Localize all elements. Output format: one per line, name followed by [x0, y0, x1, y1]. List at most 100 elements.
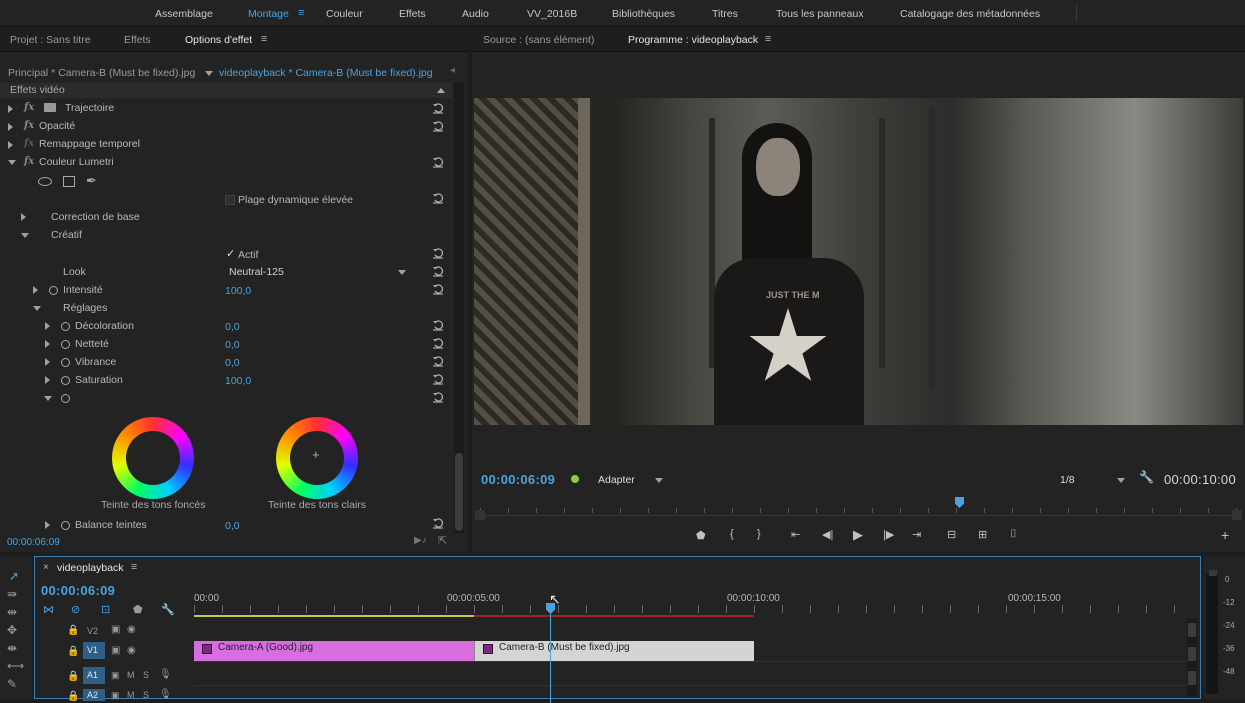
collapse-icon[interactable] [21, 233, 29, 238]
fx-icon[interactable]: fx [24, 102, 34, 113]
crosshair-icon[interactable]: + [312, 447, 320, 462]
chevron-down-icon[interactable] [655, 478, 663, 483]
effect-remappage[interactable]: fx Remappage temporel [0, 136, 452, 154]
camera-icon[interactable]: ⌷ [1010, 528, 1017, 541]
slip-tool-icon[interactable]: ⇼ [7, 641, 17, 655]
expand-icon[interactable] [33, 286, 38, 294]
reset-icon[interactable] [432, 102, 444, 114]
expand-icon[interactable] [45, 322, 50, 330]
rectangle-mask-icon[interactable] [63, 176, 75, 187]
add-marker-icon[interactable]: ⬟ [133, 603, 143, 616]
stopwatch-icon[interactable] [49, 286, 58, 295]
extract-icon[interactable]: ⊞ [978, 528, 987, 541]
lock-icon[interactable]: 🔒 [67, 625, 79, 636]
workspace-titres[interactable]: Titres [712, 8, 738, 20]
collapse-icon[interactable] [33, 306, 41, 311]
sync-icon[interactable]: ▣ [111, 670, 120, 681]
mark-in-icon[interactable]: { [730, 528, 734, 540]
workspace-bibliotheques[interactable]: Bibliothèques [612, 8, 675, 20]
tab-project[interactable]: Projet : Sans titre [10, 34, 91, 46]
workspace-effets[interactable]: Effets [399, 8, 426, 20]
mic-icon[interactable]: 🎙 [159, 689, 172, 700]
tab-program[interactable]: Programme : videoplayback [628, 34, 758, 46]
workspace-assemblage[interactable]: Assemblage [155, 8, 213, 20]
snap-icon[interactable]: ⋈ [43, 603, 54, 616]
expand-icon[interactable] [45, 376, 50, 384]
eye-icon[interactable]: ◉ [127, 624, 136, 635]
export-icon[interactable]: ⇱ [438, 534, 447, 547]
rolling-edit-icon[interactable]: ✥ [7, 623, 17, 637]
lock-icon[interactable]: 🔒 [67, 646, 79, 657]
go-to-out-icon[interactable]: ⇥ [912, 528, 921, 541]
master-clip-label[interactable]: Principal * Camera-B (Must be fixed).jpg [8, 67, 195, 79]
scrollbar-thumb[interactable] [1188, 623, 1196, 637]
timeline-scrollbar[interactable] [1187, 619, 1197, 697]
actif-checkbox[interactable]: ✓ [226, 247, 235, 260]
lock-icon[interactable]: 🔒 [67, 691, 79, 702]
timeline-timecode[interactable]: 00:00:06:09 [41, 583, 115, 598]
tab-effect-controls[interactable]: Options d'effet [185, 34, 252, 46]
scrollbar[interactable] [454, 83, 464, 533]
reset-icon[interactable] [432, 391, 444, 403]
chevron-down-icon[interactable] [1117, 478, 1125, 483]
chevron-down-icon[interactable] [205, 71, 213, 76]
workspace-audio[interactable]: Audio [462, 8, 489, 20]
mute-icon[interactable]: M [127, 670, 135, 680]
selection-tool-icon[interactable]: ➚ [9, 569, 19, 583]
ruler-ticks[interactable] [194, 605, 1194, 613]
razor-tool-icon[interactable]: ⟷ [7, 659, 24, 673]
reset-icon[interactable] [432, 337, 444, 349]
chevron-down-icon[interactable] [398, 270, 406, 275]
step-back-icon[interactable]: ◀| [822, 528, 833, 541]
scroll-handle[interactable] [1232, 510, 1242, 520]
expand-icon[interactable] [45, 358, 50, 366]
expand-icon[interactable] [45, 521, 50, 529]
lock-icon[interactable]: 🔒 [67, 671, 79, 682]
effect-opacite[interactable]: fx Opacité [0, 118, 452, 136]
track-v2-label[interactable]: V2 [87, 626, 98, 636]
param-value[interactable]: 0,0 [225, 339, 240, 351]
reset-icon[interactable] [432, 517, 444, 529]
sequence-clip-label[interactable]: videoplayback * Camera-B (Must be fixed)… [219, 67, 433, 79]
param-value[interactable]: 0,0 [225, 357, 240, 369]
basic-correction-label[interactable]: Correction de base [51, 211, 140, 223]
stopwatch-icon[interactable] [61, 322, 70, 331]
mark-out-icon[interactable]: } [757, 528, 761, 540]
creative-label[interactable]: Créatif [51, 229, 82, 241]
expand-icon[interactable] [8, 123, 13, 131]
go-to-in-icon[interactable]: ⇤ [791, 528, 800, 541]
expand-icon[interactable] [45, 340, 50, 348]
effect-lumetri[interactable]: fx Couleur Lumetri [0, 154, 452, 172]
sync-icon[interactable]: ▣ [111, 624, 120, 635]
reset-icon[interactable] [432, 120, 444, 132]
scroll-up-icon[interactable] [437, 88, 445, 93]
motion-icon[interactable] [44, 103, 56, 112]
workspace-vv2016b[interactable]: VV_2016B [527, 8, 577, 20]
reset-icon[interactable] [432, 265, 444, 277]
fx-badge-icon[interactable] [202, 644, 212, 654]
reset-icon[interactable] [432, 373, 444, 385]
marker-icon[interactable]: ⬟ [696, 529, 706, 542]
settings-wrench-icon[interactable]: 🔧 [161, 603, 175, 616]
track-v1-label[interactable]: V1 [83, 642, 105, 659]
close-tab-icon[interactable]: × [43, 562, 49, 573]
expand-icon[interactable] [8, 105, 13, 113]
sync-icon[interactable]: ▣ [111, 645, 120, 656]
ellipse-mask-icon[interactable] [38, 177, 52, 186]
scrollbar-thumb[interactable] [455, 453, 463, 531]
effect-controls-timecode[interactable]: 00:00:06:09 [7, 537, 60, 548]
workspace-couleur[interactable]: Couleur [326, 8, 363, 20]
pen-mask-icon[interactable]: ✒ [86, 173, 97, 189]
lift-icon[interactable]: ⊟ [947, 528, 956, 541]
resolution-dropdown[interactable]: 1/8 [1058, 472, 1126, 488]
scrollbar-thumb[interactable] [1188, 647, 1196, 661]
look-dropdown[interactable]: Neutral-125 [225, 263, 410, 279]
expand-icon[interactable] [8, 141, 13, 149]
stopwatch-icon[interactable] [61, 521, 70, 530]
stopwatch-icon[interactable] [61, 340, 70, 349]
play-audio-icon[interactable]: ▶♪ [414, 535, 427, 546]
track-a1-label[interactable]: A1 [83, 667, 105, 684]
stopwatch-icon[interactable] [61, 376, 70, 385]
clip-camera-a[interactable]: Camera-A (Good).jpg [194, 641, 474, 661]
scroll-handle[interactable] [475, 510, 485, 520]
